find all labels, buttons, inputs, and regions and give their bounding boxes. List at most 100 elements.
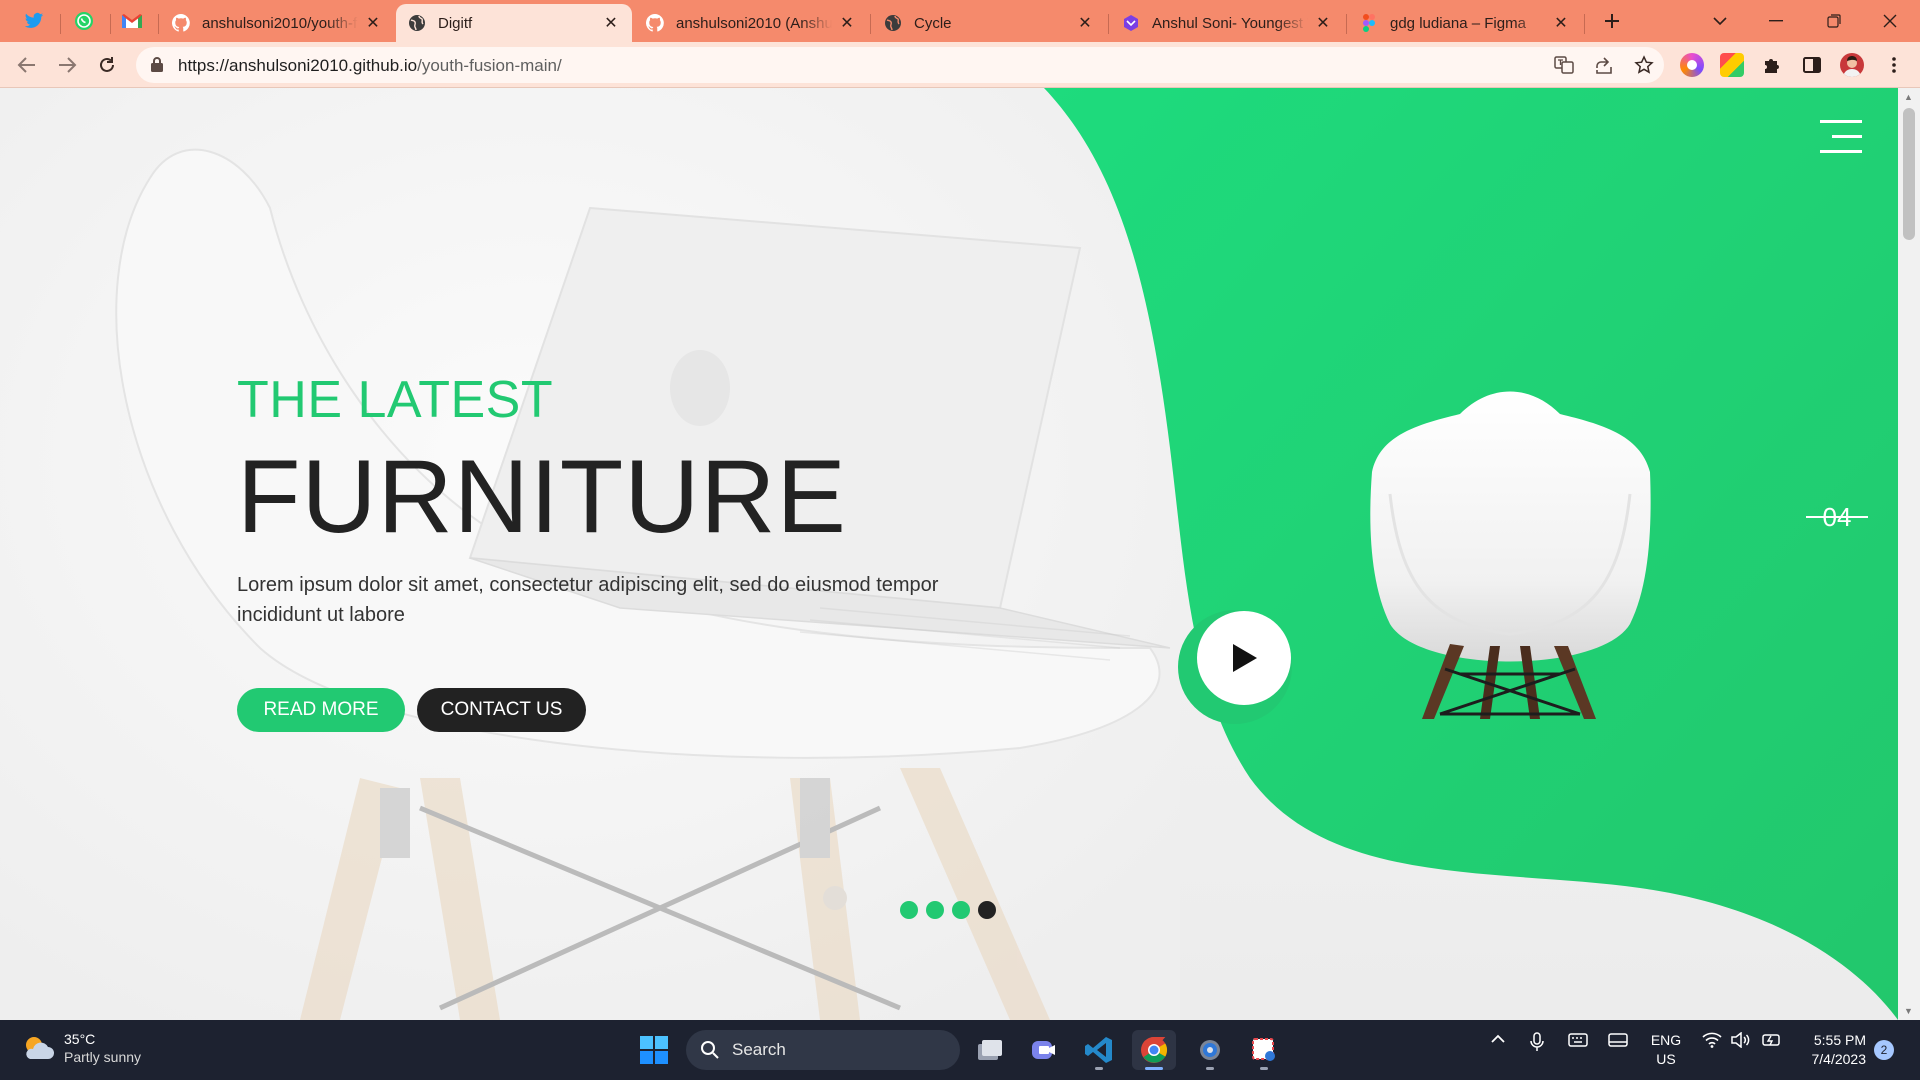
wifi-icon[interactable] (1702, 1032, 1722, 1051)
forward-button[interactable] (52, 50, 82, 80)
show-hidden-icons[interactable] (1490, 1032, 1506, 1049)
weather-widget[interactable]: 35°C Partly sunny (20, 1030, 141, 1066)
tab-anshul-soni[interactable]: Anshul Soni- Youngest Web Developer ✕ (1110, 4, 1344, 42)
close-icon[interactable]: ✕ (602, 14, 620, 32)
snipping-tool-app[interactable] (1242, 1030, 1286, 1070)
contact-us-button[interactable]: CONTACT US (417, 688, 586, 732)
menu-line (1832, 135, 1862, 138)
hamburger-menu-icon[interactable] (1816, 118, 1862, 158)
gear-icon (1200, 1040, 1220, 1060)
teams-chat-button[interactable] (1022, 1030, 1066, 1070)
windows-icon (640, 1036, 668, 1064)
tab-title: Digitf (438, 14, 473, 32)
region-code: US (1656, 1051, 1676, 1067)
reload-button[interactable] (92, 50, 122, 80)
taskbar-search[interactable]: Search (686, 1030, 960, 1070)
chrome-icon (1141, 1037, 1168, 1063)
play-icon (1233, 644, 1257, 672)
chevron-down-icon (1713, 17, 1727, 26)
webflow-icon (1122, 14, 1140, 32)
tab-title: Cycle (914, 14, 952, 32)
clock-date: 7/4/2023 (1811, 1051, 1867, 1067)
close-icon[interactable]: ✕ (364, 14, 382, 32)
hero-description: Lorem ipsum dolor sit amet, consectetur … (237, 574, 939, 626)
bookmark-star-icon[interactable] (1632, 53, 1656, 77)
start-button[interactable] (632, 1030, 676, 1070)
teams-icon (1032, 1041, 1055, 1059)
clock-time: 5:55 PM (1813, 1032, 1866, 1048)
url-host: https://anshulsoni2010.github.io (178, 56, 418, 75)
running-indicator (1095, 1067, 1103, 1070)
extensions-puzzle-icon[interactable] (1760, 53, 1784, 77)
tab-github-youth-fusion[interactable]: anshulsoni2010/youth-fusion-main ✕ (160, 4, 394, 42)
play-video-button[interactable] (1197, 611, 1291, 705)
extension-wappalyzer-icon[interactable] (1720, 53, 1744, 77)
system-clock[interactable]: 5:55 PM 7/4/2023 (1796, 1031, 1867, 1069)
tab-figma[interactable]: gdg ludiana – Figma ✕ (1348, 4, 1582, 42)
pinned-tab-twitter[interactable] (12, 4, 56, 38)
tab-digitf[interactable]: Digitf ✕ (396, 4, 632, 42)
tablet-icon[interactable] (1608, 1032, 1628, 1051)
tab-separator (60, 14, 61, 34)
settings-app[interactable] (1188, 1030, 1232, 1070)
side-panel-icon[interactable] (1800, 53, 1824, 77)
minimize-icon (1769, 20, 1783, 22)
running-indicator (1145, 1067, 1163, 1070)
translate-icon[interactable] (1552, 53, 1576, 77)
close-icon[interactable]: ✕ (1552, 14, 1570, 32)
restore-button[interactable] (1806, 0, 1862, 42)
slider-dot-2[interactable] (926, 901, 944, 919)
tab-cycle[interactable]: Cycle ✕ (872, 4, 1106, 42)
close-icon[interactable]: ✕ (1314, 14, 1332, 32)
kebab-menu-icon (1892, 57, 1896, 73)
battery-icon[interactable] (1760, 1032, 1782, 1051)
url-text[interactable]: https://anshulsoni2010.github.io/youth-f… (178, 56, 562, 76)
slider-dot-3[interactable] (952, 901, 970, 919)
scroll-down-icon[interactable]: ▼ (1904, 1006, 1913, 1016)
notification-badge[interactable]: 2 (1874, 1040, 1894, 1060)
slider-dot-4[interactable] (978, 901, 996, 919)
extension-dot (1687, 60, 1697, 70)
plus-icon (1605, 14, 1619, 28)
tab-github-profile[interactable]: anshulsoni2010 (Anshul Soni) ✕ (634, 4, 868, 42)
page-scrollbar[interactable]: ▲ ▼ (1898, 88, 1920, 1020)
lock-icon (150, 56, 164, 78)
pinned-tab-gmail[interactable] (110, 4, 154, 38)
github-icon (172, 14, 190, 32)
search-icon (701, 1041, 719, 1059)
slider-dot-1[interactable] (900, 901, 918, 919)
share-icon[interactable] (1592, 53, 1616, 77)
task-view-button[interactable] (968, 1030, 1012, 1070)
address-bar[interactable]: https://anshulsoni2010.github.io/youth-f… (136, 47, 1664, 83)
chevron-up-icon (1491, 1034, 1505, 1043)
profile-avatar[interactable] (1840, 53, 1864, 77)
arrow-right-icon (59, 57, 77, 73)
whatsapp-icon (75, 12, 93, 30)
pinned-tab-whatsapp[interactable] (62, 4, 106, 38)
snipping-tool-icon (1252, 1038, 1275, 1061)
vscode-app[interactable] (1077, 1030, 1121, 1070)
gmail-icon (122, 14, 142, 28)
running-indicator (1260, 1067, 1268, 1070)
slider-dots (900, 901, 996, 919)
close-window-button[interactable] (1862, 0, 1918, 42)
vscode-icon (1085, 1037, 1112, 1063)
scrollbar-thumb[interactable] (1903, 108, 1915, 240)
extension-colorpick-icon[interactable] (1680, 53, 1704, 77)
read-more-button[interactable]: READ MORE (237, 688, 405, 732)
minimize-button[interactable] (1748, 0, 1804, 42)
close-icon[interactable]: ✕ (838, 14, 856, 32)
tab-search-button[interactable] (1692, 0, 1748, 42)
back-button[interactable] (12, 50, 42, 80)
scroll-up-icon[interactable]: ▲ (1904, 92, 1913, 102)
language-code: ENG (1650, 1032, 1682, 1048)
chrome-menu-button[interactable] (1882, 53, 1906, 77)
running-indicator (1206, 1067, 1214, 1070)
new-tab-button[interactable] (1584, 0, 1640, 42)
volume-icon[interactable] (1730, 1031, 1750, 1051)
language-indicator[interactable]: ENG US (1648, 1031, 1684, 1069)
chrome-app[interactable] (1132, 1030, 1176, 1070)
microphone-icon[interactable] (1530, 1032, 1544, 1055)
keyboard-icon[interactable] (1568, 1032, 1588, 1051)
close-icon[interactable]: ✕ (1076, 14, 1094, 32)
